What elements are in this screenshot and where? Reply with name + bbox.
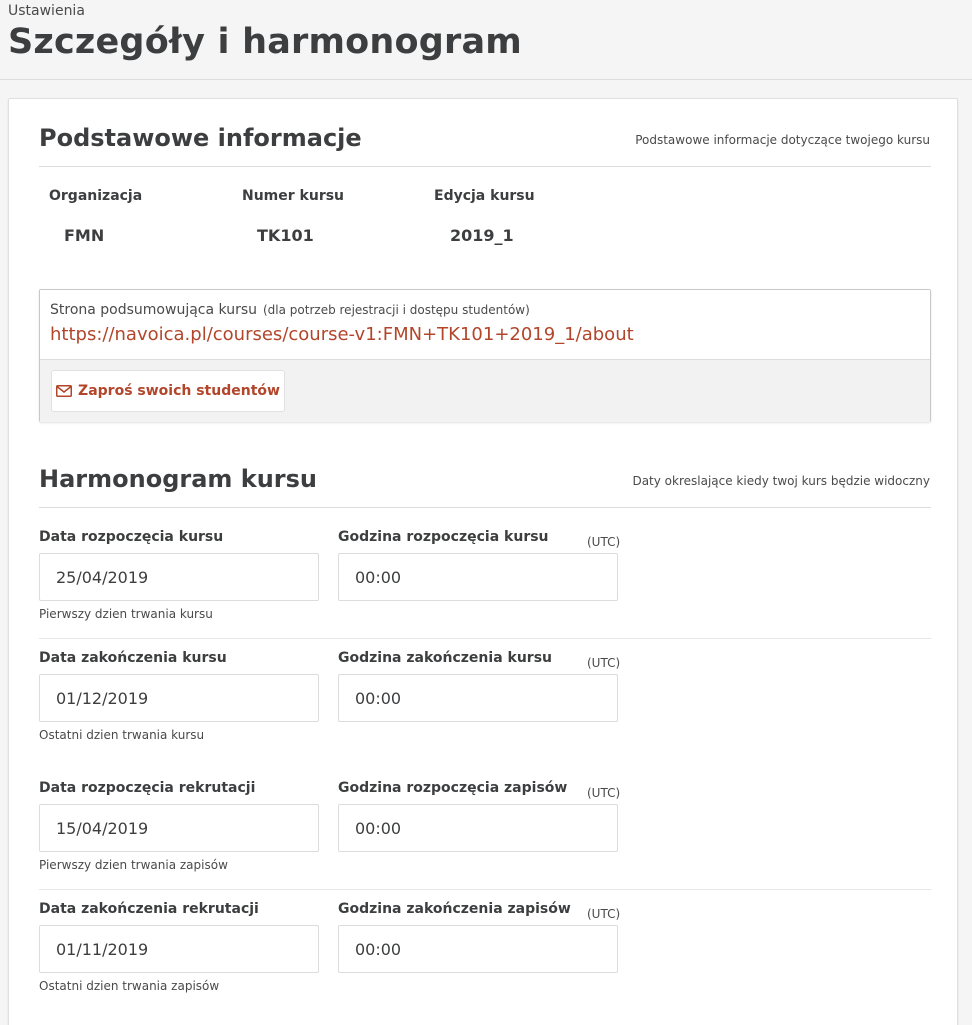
envelope-icon: [56, 385, 73, 397]
utc-tag: (UTC): [587, 786, 621, 800]
basic-info-title: Podstawowe informacje: [39, 124, 362, 152]
utc-tag: (UTC): [587, 535, 621, 549]
settings-card: Podstawowe informacje Podstawowe informa…: [8, 98, 958, 1025]
summary-page-box: Strona podsumowująca kursu (dla potrzeb r…: [39, 289, 931, 422]
schedule-description: Daty okreslające kiedy twoj kurs będzie …: [632, 474, 930, 488]
course-start-date-input[interactable]: [39, 553, 319, 601]
organization-label: Organizacja: [49, 188, 143, 204]
page-title: Szczegóły i harmonogram: [8, 22, 522, 62]
basic-info-description: Podstawowe informacje dotyczące twojego …: [635, 133, 930, 147]
enrollment-start-date-label: Data rozpoczęcia rekrutacji: [39, 780, 256, 796]
organization-value: FMN: [64, 226, 105, 245]
enrollment-end-date-input[interactable]: [39, 925, 319, 973]
course-end-date-label: Data zakończenia kursu: [39, 650, 227, 666]
enrollment-start-date-input[interactable]: [39, 804, 319, 852]
basic-info-divider: [39, 166, 931, 167]
course-start-time-label: Godzina rozpoczęcia kursu: [338, 529, 549, 545]
course-end-time-label: Godzina zakończenia kursu: [338, 650, 552, 666]
summary-page-header: Strona podsumowująca kursu (dla potrzeb r…: [40, 290, 930, 359]
course-number-value: TK101: [257, 226, 314, 245]
page-subtitle: Ustawienia: [8, 3, 85, 19]
course-run-value: 2019_1: [450, 226, 514, 245]
invite-students-button[interactable]: Zaproś swoich studentów: [51, 370, 285, 412]
row-divider: [39, 638, 931, 639]
course-start-help: Pierwszy dzien trwania kursu: [39, 607, 213, 621]
utc-tag: (UTC): [587, 656, 621, 670]
summary-page-link[interactable]: https://navoica.pl/courses/course-v1:FMN…: [50, 324, 634, 345]
course-end-help: Ostatni dzien trwania kursu: [39, 728, 205, 742]
utc-tag: (UTC): [587, 907, 621, 921]
course-start-date-label: Data rozpoczęcia kursu: [39, 529, 224, 545]
row-divider: [39, 889, 931, 890]
summary-page-note: (dla potrzeb rejestracji i dostępu stude…: [263, 303, 530, 317]
enrollment-end-date-label: Data zakończenia rekrutacji: [39, 901, 259, 917]
page-header: Ustawienia Szczegóły i harmonogram: [0, 0, 972, 80]
enrollment-end-time-input[interactable]: [338, 925, 618, 973]
enrollment-end-help: Ostatni dzien trwania zapisów: [39, 979, 220, 993]
enrollment-start-help: Pierwszy dzien trwania zapisów: [39, 858, 228, 872]
summary-page-label-text: Strona podsumowująca kursu: [50, 302, 257, 318]
summary-page-label: Strona podsumowująca kursu (dla potrzeb r…: [50, 302, 530, 318]
enrollment-start-time-input[interactable]: [338, 804, 618, 852]
course-end-time-input[interactable]: [338, 674, 618, 722]
enrollment-end-time-label: Godzina zakończenia zapisów: [338, 901, 571, 917]
schedule-title: Harmonogram kursu: [39, 465, 318, 493]
schedule-divider: [39, 507, 931, 508]
course-start-time-input[interactable]: [338, 553, 618, 601]
course-number-label: Numer kursu: [242, 188, 345, 204]
summary-page-actions: Zaproś swoich studentów: [40, 359, 930, 422]
course-end-date-input[interactable]: [39, 674, 319, 722]
course-run-label: Edycja kursu: [434, 188, 535, 204]
invite-students-label: Zaproś swoich studentów: [78, 383, 280, 399]
enrollment-start-time-label: Godzina rozpoczęcia zapisów: [338, 780, 568, 796]
